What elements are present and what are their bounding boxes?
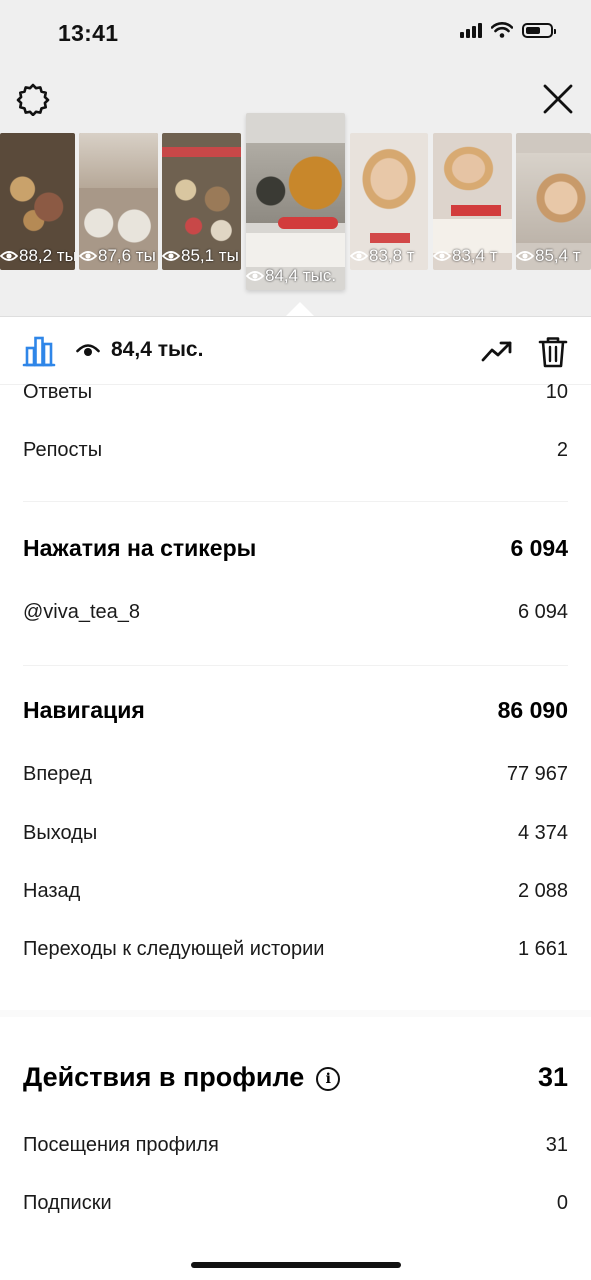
metric-value: 10 bbox=[545, 381, 568, 403]
battery-icon bbox=[522, 22, 556, 38]
eye-icon bbox=[433, 251, 451, 261]
section-title: Навигация bbox=[23, 697, 145, 723]
section-divider bbox=[23, 501, 568, 502]
metric-row-exits: Выходы 4 374 bbox=[23, 822, 568, 845]
wifi-icon bbox=[491, 22, 513, 38]
status-bar: 13:41 bbox=[0, 0, 591, 70]
eye-icon bbox=[350, 251, 368, 261]
story-thumbnail[interactable]: 83,8 т bbox=[350, 133, 428, 270]
story-thumbnails-strip: 88,2 ты 87,6 ты 85,1 ты 84,4 тыс. 83,8 т… bbox=[0, 113, 591, 293]
section-title-wrap: Действия в профиле i bbox=[23, 1062, 341, 1093]
section-total: 6 094 bbox=[510, 535, 568, 561]
story-views-count: 84,4 тыс. bbox=[111, 338, 204, 361]
metric-value: 2 bbox=[556, 439, 568, 461]
metric-row-profile-visits: Посещения профиля 31 bbox=[23, 1134, 568, 1157]
metric-label: Вперед bbox=[23, 763, 92, 785]
section-separator bbox=[0, 1010, 591, 1017]
settings-gear-icon[interactable] bbox=[16, 82, 50, 116]
status-time: 13:41 bbox=[58, 20, 119, 46]
active-story-pointer bbox=[286, 302, 314, 316]
home-indicator[interactable] bbox=[191, 1262, 401, 1268]
section-total: 31 bbox=[537, 1062, 568, 1092]
story-thumbnail-active[interactable]: 84,4 тыс. bbox=[246, 113, 345, 290]
metric-row-follows: Подписки 0 bbox=[23, 1192, 568, 1215]
thumbnail-views-label: 83,4 т bbox=[433, 246, 498, 266]
insights-toolbar: 84,4 тыс. bbox=[0, 316, 591, 385]
metric-row-reposts: Репосты 2 bbox=[23, 439, 568, 462]
thumbnail-views-label: 84,4 тыс. bbox=[246, 266, 336, 286]
thumbnail-views-label: 83,8 т bbox=[350, 246, 415, 266]
thumbnail-views-label: 87,6 ты bbox=[79, 246, 156, 266]
metric-label: @viva_tea_8 bbox=[23, 601, 141, 623]
eye-icon bbox=[0, 251, 18, 261]
metric-value: 6 094 bbox=[517, 601, 568, 623]
bar-chart-icon[interactable] bbox=[22, 335, 56, 367]
metric-row-forward: Вперед 77 967 bbox=[23, 763, 568, 786]
eye-icon bbox=[246, 271, 264, 281]
trending-up-icon[interactable] bbox=[481, 339, 513, 363]
metric-value: 4 374 bbox=[517, 822, 568, 844]
thumbnail-views-label: 88,2 ты bbox=[0, 246, 75, 266]
metric-label: Переходы к следующей истории bbox=[23, 938, 325, 960]
metric-row-next-story: Переходы к следующей истории 1 661 bbox=[23, 938, 568, 961]
metric-value: 1 661 bbox=[517, 938, 568, 960]
metric-label: Репосты bbox=[23, 439, 103, 461]
story-thumbnail[interactable]: 88,2 ты bbox=[0, 133, 75, 270]
section-title: Нажатия на стикеры bbox=[23, 535, 257, 561]
metric-label: Выходы bbox=[23, 822, 98, 844]
eye-icon bbox=[76, 344, 100, 356]
section-divider bbox=[23, 665, 568, 666]
section-header-profile-actions: Действия в профиле i 31 bbox=[23, 1062, 568, 1093]
eye-icon bbox=[516, 251, 534, 261]
section-header-navigation: Навигация 86 090 bbox=[23, 697, 568, 724]
section-total: 86 090 bbox=[497, 697, 568, 723]
thumbnail-views-label: 85,4 т bbox=[516, 246, 581, 266]
eye-icon bbox=[79, 251, 97, 261]
metric-row-sticker-viva-tea[interactable]: @viva_tea_8 6 094 bbox=[23, 601, 568, 624]
close-icon[interactable] bbox=[541, 82, 575, 116]
trash-icon[interactable] bbox=[538, 336, 568, 368]
story-thumbnail[interactable]: 87,6 ты bbox=[79, 133, 158, 270]
info-icon[interactable]: i bbox=[316, 1066, 341, 1091]
metric-row-back: Назад 2 088 bbox=[23, 880, 568, 903]
thumbnail-views-label: 85,1 ты bbox=[162, 246, 239, 266]
metric-value: 0 bbox=[556, 1192, 568, 1214]
metric-value: 2 088 bbox=[517, 880, 568, 902]
status-icons bbox=[460, 22, 556, 38]
metric-label: Посещения профиля bbox=[23, 1134, 219, 1156]
metric-label: Назад bbox=[23, 880, 81, 902]
metric-label: Подписки bbox=[23, 1192, 112, 1214]
story-thumbnail[interactable]: 85,4 т bbox=[516, 133, 591, 270]
metric-label: Ответы bbox=[23, 381, 93, 403]
section-title: Действия в профиле bbox=[23, 1062, 305, 1092]
eye-icon bbox=[162, 251, 180, 261]
section-header-sticker-taps: Нажатия на стикеры 6 094 bbox=[23, 535, 568, 562]
story-thumbnail[interactable]: 85,1 ты bbox=[162, 133, 241, 270]
cellular-signal-icon bbox=[460, 22, 482, 38]
metric-value: 77 967 bbox=[506, 763, 568, 785]
metric-row-replies: Ответы 10 bbox=[23, 381, 568, 404]
story-thumbnail[interactable]: 83,4 т bbox=[433, 133, 512, 270]
story-preview-area: 13:41 88,2 ты 87,6 ты 85,1 ты 84,4 тыс. … bbox=[0, 0, 591, 316]
metric-value: 31 bbox=[545, 1134, 568, 1156]
